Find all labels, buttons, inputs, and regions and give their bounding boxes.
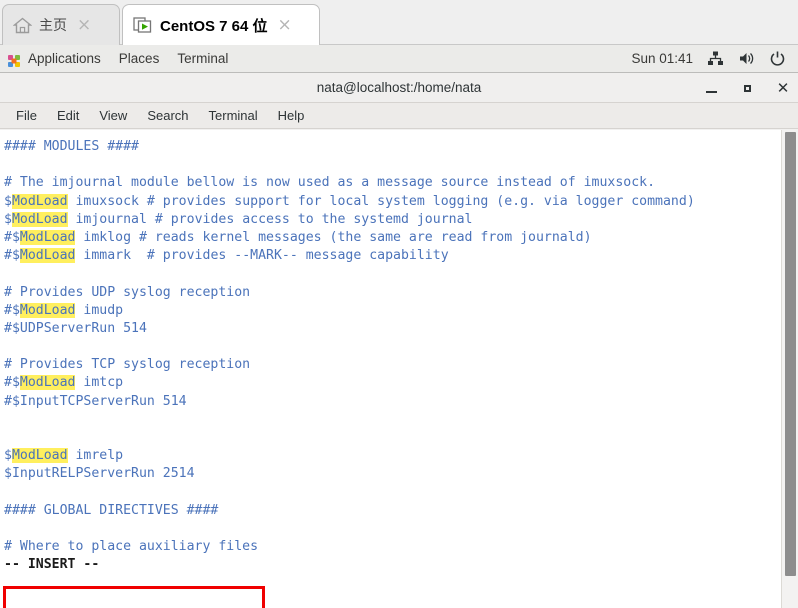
menu-terminal[interactable]: Terminal — [168, 45, 237, 73]
vim-text: $ — [4, 211, 12, 227]
menu-edit[interactable]: Edit — [47, 103, 89, 129]
vim-line: #$UDPServerRun 514 — [4, 320, 780, 338]
tab-centos-vm[interactable]: CentOS 7 64 位 × — [122, 4, 320, 45]
terminal-scrollbar[interactable] — [781, 130, 798, 608]
vim-text-area[interactable]: #### MODULES #### # The imjournal module… — [0, 130, 780, 608]
vim-line — [4, 429, 780, 447]
highlighted-token: ModLoad — [19, 229, 76, 245]
scrollbar-thumb[interactable] — [785, 132, 796, 576]
vim-line: # Where to place auxiliary files — [4, 538, 780, 556]
vim-text: imjournal # provides access to the syste… — [67, 211, 473, 227]
vim-line: #$ModLoad imtcp — [4, 374, 780, 392]
vim-text: #$ — [4, 229, 20, 245]
vim-line: $ModLoad imrelp — [4, 447, 780, 465]
vim-text: # The imjournal module bellow is now use… — [4, 175, 656, 191]
highlighted-token: ModLoad — [19, 375, 76, 391]
menu-help[interactable]: Help — [268, 103, 315, 129]
vim-line: #### GLOBAL DIRECTIVES #### — [4, 502, 780, 520]
menu-terminal[interactable]: Terminal — [199, 103, 268, 129]
vim-text: # Provides UDP syslog reception — [4, 284, 251, 300]
terminal-menubar: File Edit View Search Terminal Help — [0, 103, 798, 129]
tab-centos-vm-label: CentOS 7 64 位 — [160, 17, 268, 35]
vim-line: # Provides UDP syslog reception — [4, 284, 780, 302]
menu-file[interactable]: File — [6, 103, 47, 129]
vim-text: #$ — [4, 375, 20, 391]
terminal-title: nata@localhost:/home/nata — [316, 80, 482, 95]
vim-text: #$InputTCPServerRun 514 — [4, 393, 187, 409]
gnome-tray: Sun 01:41 — [631, 50, 798, 67]
menu-search[interactable]: Search — [137, 103, 198, 129]
vim-line: $ModLoad imuxsock # provides support for… — [4, 193, 780, 211]
vim-text: imklog # reads kernel messages (the same… — [75, 229, 592, 245]
menu-view[interactable]: View — [89, 103, 137, 129]
menu-places[interactable]: Places — [110, 45, 169, 73]
power-icon[interactable] — [769, 50, 786, 67]
highlighted-token: ModLoad — [11, 448, 68, 464]
network-icon[interactable] — [707, 50, 724, 67]
vim-text: imrelp — [67, 448, 124, 464]
vmware-tab-strip: 主页 × CentOS 7 64 位 × — [0, 0, 798, 45]
vim-line — [4, 520, 780, 538]
highlighted-token: ModLoad — [19, 248, 76, 264]
vim-line — [4, 265, 780, 283]
vim-line: $InputRELPServerRun 2514 — [4, 465, 780, 483]
vim-mode-indicator: -- INSERT -- — [4, 557, 100, 573]
vim-text: $InputRELPServerRun 2514 — [4, 466, 195, 482]
terminal-titlebar: nata@localhost:/home/nata ✕ — [0, 73, 798, 103]
tab-home[interactable]: 主页 × — [2, 4, 120, 45]
vim-text: # Where to place auxiliary files — [4, 539, 259, 555]
vim-text: imuxsock # provides support for local sy… — [67, 193, 695, 209]
tab-centos-vm-close-icon[interactable]: × — [278, 16, 292, 34]
vim-text: #### MODULES #### — [4, 139, 139, 154]
vim-text: imtcp — [75, 375, 124, 391]
vim-line — [4, 338, 780, 356]
vim-line: #$ModLoad imudp — [4, 302, 780, 320]
vim-line — [4, 156, 780, 174]
highlighted-token: ModLoad — [19, 302, 76, 318]
menu-applications-label: Applications — [28, 50, 101, 66]
vim-line: #$ModLoad immark # provides --MARK-- mes… — [4, 247, 780, 265]
applications-icon — [6, 51, 22, 67]
vim-line: # Provides TCP syslog reception — [4, 356, 780, 374]
vim-line — [4, 411, 780, 429]
close-button[interactable]: ✕ — [776, 80, 790, 95]
vim-line — [4, 484, 780, 502]
menu-applications[interactable]: Applications — [0, 45, 110, 73]
vim-text: #$UDPServerRun 514 — [4, 320, 147, 336]
clock[interactable]: Sun 01:41 — [631, 51, 693, 66]
maximize-button[interactable] — [740, 81, 754, 95]
vim-text: #$ — [4, 248, 20, 264]
window-controls: ✕ — [704, 73, 790, 103]
highlighted-token: ModLoad — [11, 193, 68, 209]
minimize-button[interactable] — [704, 81, 718, 95]
vim-line: $ModLoad imjournal # provides access to … — [4, 211, 780, 229]
vim-line: #$ModLoad imklog # reads kernel messages… — [4, 229, 780, 247]
terminal-body[interactable]: #### MODULES #### # The imjournal module… — [0, 130, 798, 608]
vim-line: # The imjournal module bellow is now use… — [4, 174, 780, 192]
vim-text: imudp — [75, 302, 124, 318]
volume-icon[interactable] — [738, 50, 755, 67]
vim-text: $ — [4, 193, 12, 209]
vim-text: #$ — [4, 302, 20, 318]
vim-text: #### GLOBAL DIRECTIVES #### — [4, 502, 219, 518]
gnome-top-panel: Applications Places Terminal Sun 01:41 — [0, 45, 798, 73]
vim-text: immark # provides --MARK-- message capab… — [75, 248, 449, 264]
highlighted-token: ModLoad — [11, 211, 68, 227]
home-icon — [13, 17, 32, 34]
tab-home-label: 主页 — [39, 17, 67, 33]
vim-line: -- INSERT -- — [4, 556, 780, 574]
vim-text: $ — [4, 448, 12, 464]
vim-text: # Provides TCP syslog reception — [4, 357, 251, 373]
tab-home-close-icon[interactable]: × — [77, 16, 91, 34]
vm-play-icon — [133, 16, 153, 34]
vim-line: #### MODULES #### — [4, 138, 780, 156]
terminal-window: nata@localhost:/home/nata ✕ File Edit Vi… — [0, 73, 798, 608]
vim-line: #$InputTCPServerRun 514 — [4, 393, 780, 411]
